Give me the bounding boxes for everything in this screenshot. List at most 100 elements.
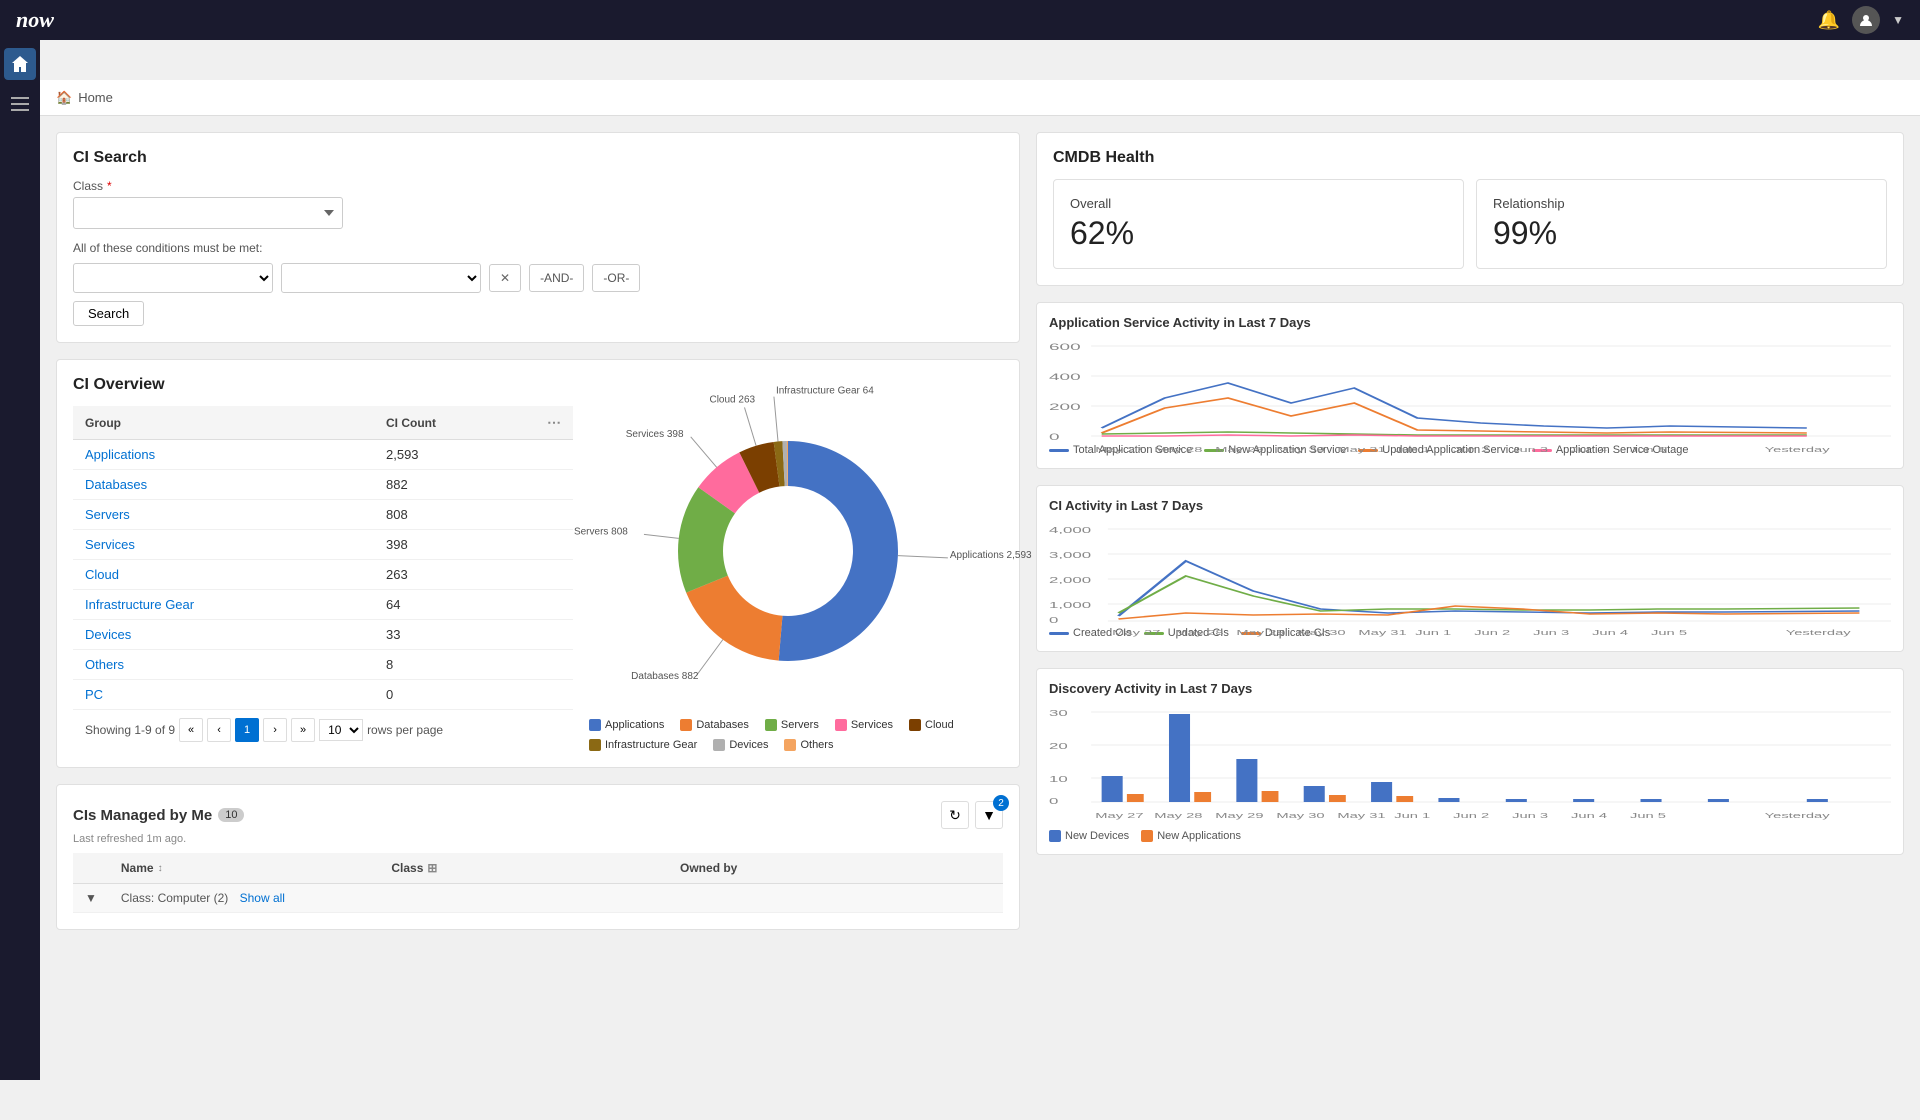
group-link[interactable]: Cloud: [85, 567, 119, 582]
relationship-health-metric: Relationship 99%: [1476, 179, 1887, 269]
next-page-btn[interactable]: ›: [263, 718, 287, 742]
svg-text:Jun 5: Jun 5: [1630, 447, 1666, 454]
managed-actions-row: ↻ ▼ 2: [941, 801, 1003, 829]
last-page-btn[interactable]: »: [291, 718, 315, 742]
group-link[interactable]: Infrastructure Gear: [85, 597, 194, 612]
condition-or-button[interactable]: -OR-: [592, 264, 640, 292]
ci-activity-chart-title: CI Activity in Last 7 Days: [1049, 498, 1891, 513]
table-row: Cloud263: [73, 560, 573, 590]
group-link[interactable]: PC: [85, 687, 103, 702]
group-column-header: Group: [73, 406, 374, 440]
ci-overview-section: CI Overview Group: [56, 359, 1020, 768]
svg-text:0: 0: [1049, 616, 1058, 625]
svg-text:400: 400: [1049, 373, 1081, 383]
svg-text:200: 200: [1049, 403, 1081, 413]
column-options-icon[interactable]: ⋯: [547, 414, 561, 431]
managed-cis-section: CIs Managed by Me 10 ↻ ▼ 2 Last refreshe…: [56, 784, 1020, 930]
app-service-svg: 600 400 200 0: [1049, 338, 1891, 458]
group-link[interactable]: Applications: [85, 447, 155, 462]
health-metrics: Overall 62% Relationship 99%: [1053, 179, 1887, 269]
svg-text:May 30: May 30: [1297, 630, 1345, 637]
class-col-header: Class ⊞: [379, 853, 668, 884]
svg-text:Jun 1: Jun 1: [1415, 630, 1451, 637]
overall-health-metric: Overall 62%: [1053, 179, 1464, 269]
svg-text:Jun 1: Jun 1: [1394, 447, 1430, 454]
svg-text:Jun 4: Jun 4: [1571, 447, 1608, 454]
user-dropdown-icon[interactable]: ▼: [1892, 13, 1904, 27]
ci-search-section: CI Search Class * All of these condition…: [56, 132, 1020, 343]
app-service-chart-area: 600 400 200 0: [1049, 338, 1891, 438]
discovery-legend: New Devices New Applications: [1049, 830, 1891, 842]
refresh-button[interactable]: ↻: [941, 801, 969, 829]
group-link[interactable]: Others: [85, 657, 124, 672]
right-panel: CMDB Health Overall 62% Relationship 99%…: [1036, 132, 1904, 1104]
svg-text:May 28: May 28: [1175, 630, 1223, 637]
class-label: Class: [73, 179, 103, 193]
table-row: Devices33: [73, 620, 573, 650]
class-select[interactable]: [73, 197, 343, 229]
condition-field-select[interactable]: [73, 263, 273, 293]
svg-text:May 31: May 31: [1337, 813, 1385, 820]
svg-text:Applications 2,593: Applications 2,593: [950, 550, 1032, 561]
svg-text:May 29: May 29: [1236, 630, 1284, 637]
conditions-label: All of these conditions must be met:: [73, 241, 1003, 255]
expand-col-header: [73, 853, 109, 884]
svg-text:Jun 2: Jun 2: [1453, 447, 1489, 454]
sidebar-menu-icon[interactable]: [4, 88, 36, 120]
managed-title-row: CIs Managed by Me 10: [73, 807, 244, 824]
discovery-chart-area: 30 20 10 0: [1049, 704, 1891, 824]
table-row: Applications2,593: [73, 440, 573, 470]
prev-page-btn[interactable]: ‹: [207, 718, 231, 742]
condition-op-select[interactable]: [281, 263, 481, 293]
rows-per-page-select[interactable]: 10 25 50: [319, 719, 363, 741]
ci-donut-chart: Applications 2,593Databases 882Servers 8…: [573, 406, 1003, 716]
cmdb-health-section: CMDB Health Overall 62% Relationship 99%: [1036, 132, 1904, 286]
svg-text:1,000: 1,000: [1049, 601, 1091, 610]
sidebar-home-icon[interactable]: [4, 48, 36, 80]
search-button[interactable]: Search: [73, 301, 144, 326]
user-avatar[interactable]: [1852, 6, 1880, 34]
svg-text:4,000: 4,000: [1049, 526, 1091, 535]
breadcrumb: 🏠 Home: [40, 80, 1920, 116]
group-row: ▼ Class: Computer (2) Show all: [73, 884, 1003, 913]
svg-text:Cloud 263: Cloud 263: [709, 394, 755, 405]
group-collapse-icon[interactable]: ▼: [85, 891, 97, 905]
condition-and-button[interactable]: -AND-: [529, 264, 584, 292]
svg-text:600: 600: [1049, 343, 1081, 353]
overall-value: 62%: [1070, 215, 1447, 252]
current-page-btn[interactable]: 1: [235, 718, 259, 742]
required-indicator: *: [107, 179, 112, 193]
managed-cis-count-badge: 10: [218, 808, 244, 822]
managed-cis-title: CIs Managed by Me: [73, 807, 212, 824]
svg-text:0: 0: [1049, 433, 1060, 443]
svg-text:May 29: May 29: [1215, 447, 1263, 454]
breadcrumb-label: Home: [78, 90, 113, 105]
donut-slice-databases: [686, 576, 782, 661]
svg-text:May 31: May 31: [1358, 630, 1406, 637]
table-row: Services398: [73, 530, 573, 560]
svg-text:May 30: May 30: [1276, 813, 1324, 820]
svg-text:May 29: May 29: [1215, 813, 1263, 820]
group-link[interactable]: Databases: [85, 477, 147, 492]
notification-icon[interactable]: 🔔: [1818, 10, 1840, 31]
first-page-btn[interactable]: «: [179, 718, 203, 742]
ci-overview-table-wrap: Group CI Count ⋯: [73, 406, 573, 751]
discovery-chart-title: Discovery Activity in Last 7 Days: [1049, 681, 1891, 696]
condition-remove-button[interactable]: ✕: [489, 264, 521, 292]
svg-text:Jun 5: Jun 5: [1630, 813, 1666, 820]
show-all-link[interactable]: Show all: [240, 891, 285, 905]
group-link[interactable]: Devices: [85, 627, 131, 642]
app-service-chart-title: Application Service Activity in Last 7 D…: [1049, 315, 1891, 330]
pagination-showing: Showing 1-9 of 9: [85, 723, 175, 737]
table-row: Others8: [73, 650, 573, 680]
discovery-chart-section: Discovery Activity in Last 7 Days 30 20 …: [1036, 668, 1904, 855]
top-navigation: now 🔔 ▼: [0, 0, 1920, 40]
overall-label: Overall: [1070, 196, 1447, 211]
svg-text:Jun 4: Jun 4: [1592, 630, 1629, 637]
group-link[interactable]: Services: [85, 537, 135, 552]
cmdb-health-title: CMDB Health: [1053, 149, 1887, 167]
svg-text:3,000: 3,000: [1049, 551, 1091, 560]
svg-text:30: 30: [1049, 709, 1068, 718]
svg-text:May 27: May 27: [1095, 447, 1143, 454]
group-link[interactable]: Servers: [85, 507, 130, 522]
